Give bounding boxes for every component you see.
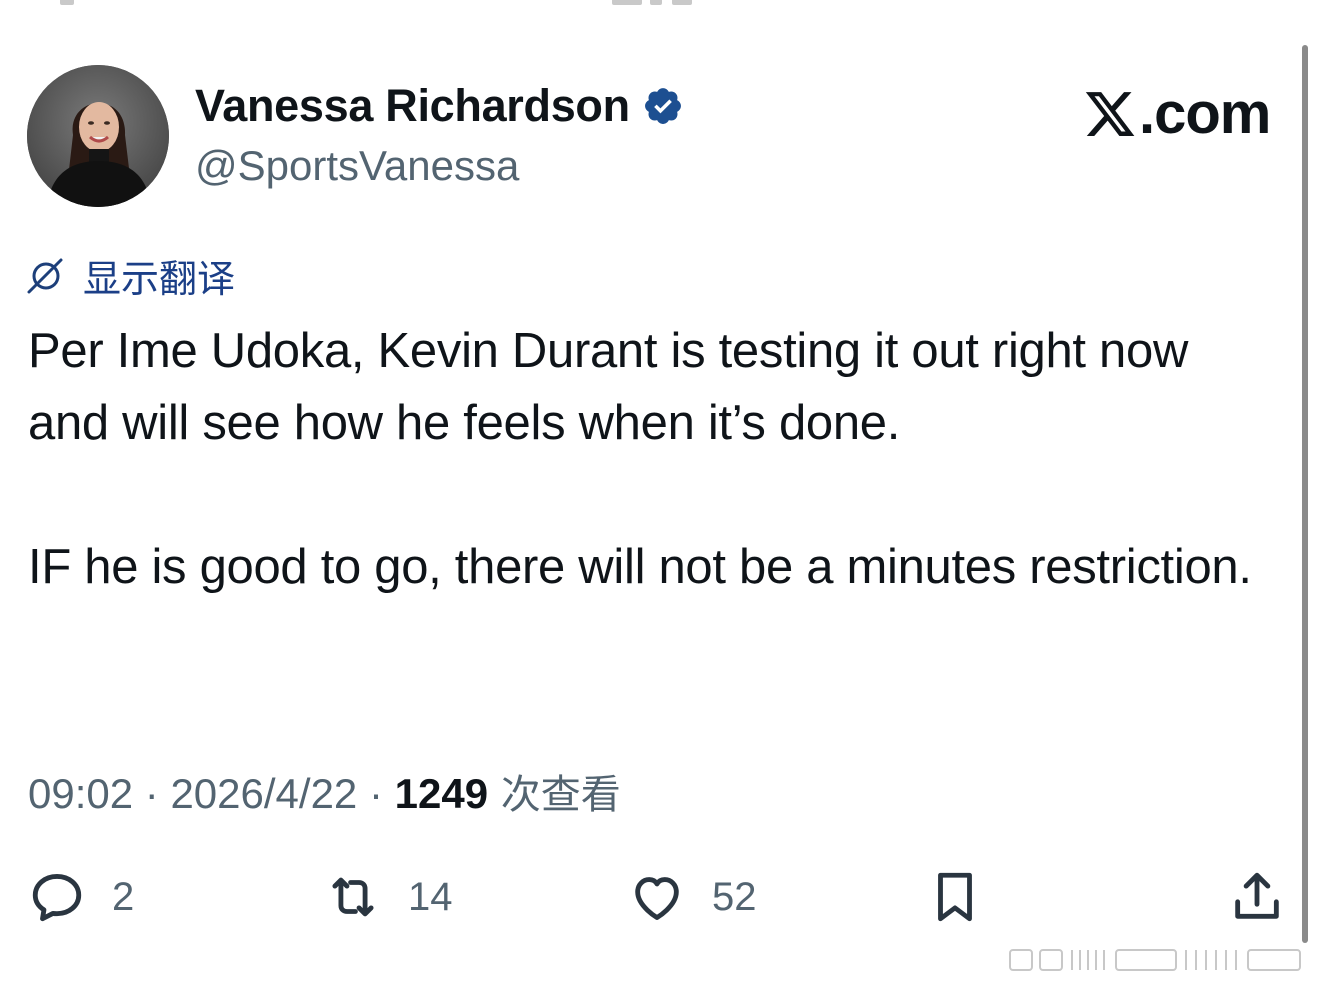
share-icon bbox=[1235, 872, 1279, 919]
repost-button[interactable]: 14 bbox=[324, 868, 453, 926]
views-label: 次查看 bbox=[488, 772, 621, 818]
show-translation-label[interactable]: 显示翻译 bbox=[83, 248, 235, 303]
top-cropped-fragment bbox=[0, 0, 1320, 8]
x-logo-icon bbox=[1085, 91, 1135, 136]
repost-icon bbox=[332, 877, 374, 917]
reply-count: 2 bbox=[112, 874, 135, 919]
author-name-row[interactable]: Vanessa Richardson bbox=[195, 80, 684, 132]
views-count[interactable]: 1249 bbox=[395, 770, 488, 817]
tweet-paragraph: Per Ime Udoka, Kevin Durant is testing i… bbox=[28, 324, 1189, 450]
repost-count: 14 bbox=[408, 874, 453, 919]
reply-icon bbox=[32, 874, 82, 922]
translate-globe-icon bbox=[27, 258, 63, 293]
tweet-paragraph: IF he is good to go, there will not be a… bbox=[28, 540, 1252, 594]
meta-separator: · bbox=[133, 770, 171, 817]
share-button[interactable] bbox=[1228, 868, 1286, 926]
reply-button[interactable]: 2 bbox=[28, 868, 134, 926]
avatar-photo bbox=[27, 65, 169, 207]
tweet-date[interactable]: 2026/4/22 bbox=[170, 770, 357, 817]
author-handle[interactable]: @SportsVanessa bbox=[195, 142, 519, 190]
like-button[interactable]: 52 bbox=[628, 868, 757, 926]
brand-domain-label: .com bbox=[1139, 81, 1271, 146]
bookmark-icon bbox=[938, 872, 972, 922]
heart-icon bbox=[635, 877, 679, 920]
brand-watermark: .com bbox=[1083, 80, 1271, 147]
tweet-time[interactable]: 09:02 bbox=[28, 770, 133, 817]
tweet-meta: 09:02 · 2026/4/22 · 1249 次查看 bbox=[28, 762, 621, 820]
bookmark-button[interactable] bbox=[926, 868, 984, 926]
avatar[interactable] bbox=[27, 65, 169, 207]
author-display-name[interactable]: Vanessa Richardson bbox=[195, 80, 630, 132]
meta-separator: · bbox=[357, 770, 395, 817]
tweet-body: Per Ime Udoka, Kevin Durant is testing i… bbox=[28, 315, 1278, 603]
verified-badge-icon[interactable] bbox=[642, 85, 684, 127]
show-translation-link[interactable]: 显示翻译 bbox=[25, 248, 235, 303]
watermark-graphic bbox=[1009, 949, 1301, 971]
like-count: 52 bbox=[712, 874, 757, 919]
scrollbar[interactable] bbox=[1302, 45, 1308, 943]
